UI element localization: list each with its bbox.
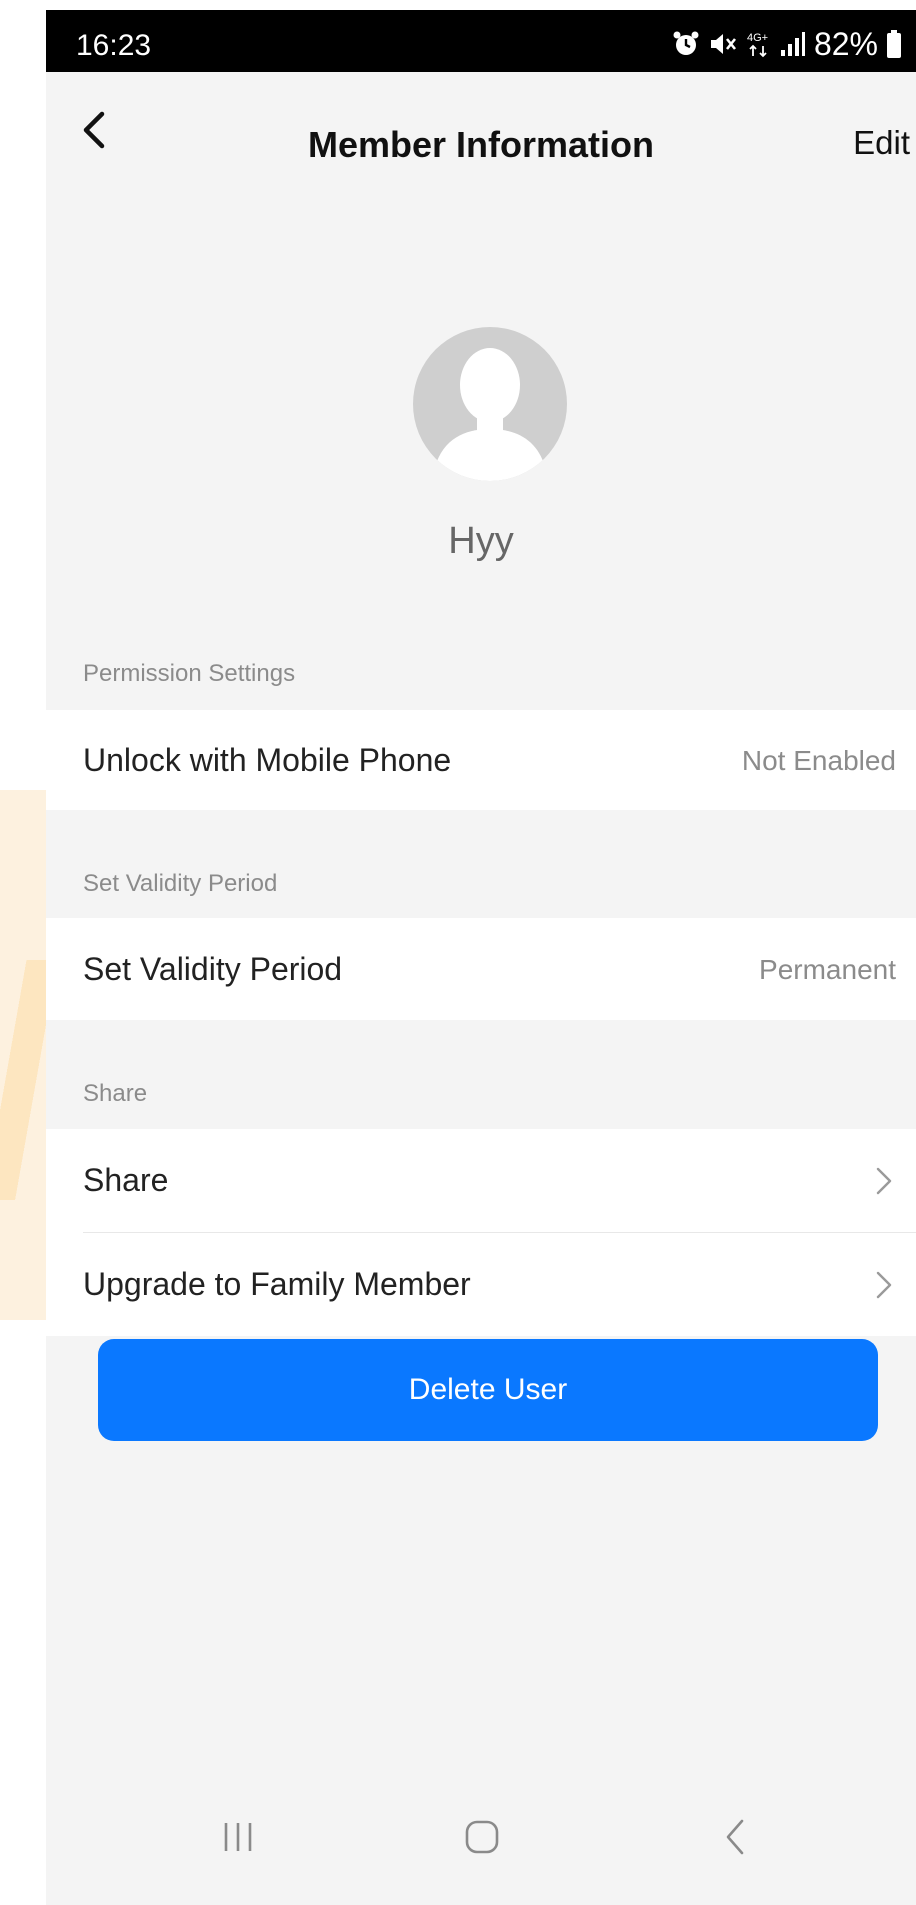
nav-bar: Member Information Edit: [46, 72, 916, 192]
row-label-validity: Set Validity Period: [83, 951, 343, 987]
battery-icon: [887, 30, 901, 58]
alarm-icon: [673, 31, 699, 55]
battery-percent: 82%: [813, 25, 878, 62]
system-back-icon[interactable]: [714, 1815, 758, 1859]
section-label-share: Share: [83, 1080, 148, 1107]
4g-icon: 4G+: [747, 32, 768, 58]
chevron-right-icon: [876, 1167, 892, 1195]
section-label-permission: Permission Settings: [83, 660, 296, 687]
row-label-upgrade: Upgrade to Family Member: [83, 1266, 471, 1302]
phone-screen: 16:23 4G+ 82% Member Information Edit Hy…: [46, 10, 916, 1905]
edit-button[interactable]: Edit: [853, 124, 910, 162]
status-time: 16:23: [76, 29, 152, 62]
background-decoration-stroke: [0, 960, 46, 1200]
status-bar: 16:23 4G+ 82%: [46, 10, 916, 72]
status-icons: 4G+ 82%: [672, 24, 902, 64]
system-nav-bar: [46, 1785, 916, 1905]
member-name: Hyy: [448, 520, 514, 562]
row-upgrade-family[interactable]: Upgrade to Family Member: [46, 1233, 916, 1336]
section-label-validity: Set Validity Period: [83, 870, 278, 897]
delete-user-button[interactable]: Delete User: [98, 1339, 878, 1441]
row-value-unlock: Not Enabled: [741, 745, 896, 776]
row-label-unlock: Unlock with Mobile Phone: [83, 742, 452, 778]
chevron-right-icon: [876, 1271, 892, 1299]
recent-apps-icon[interactable]: [216, 1815, 260, 1859]
home-icon[interactable]: [460, 1815, 504, 1859]
page-title: Member Information: [307, 124, 655, 165]
signal-icon: [780, 32, 805, 56]
row-unlock-mobile[interactable]: Unlock with Mobile Phone Not Enabled: [46, 710, 916, 810]
default-avatar-icon: [435, 348, 545, 481]
row-value-validity: Permanent: [759, 954, 896, 985]
svg-text:4G+: 4G+: [747, 32, 768, 44]
mute-icon: [710, 34, 736, 54]
row-label-share: Share: [83, 1162, 169, 1198]
row-share[interactable]: Share: [46, 1129, 916, 1233]
row-validity-period[interactable]: Set Validity Period Permanent: [46, 918, 916, 1020]
avatar: [413, 327, 567, 481]
